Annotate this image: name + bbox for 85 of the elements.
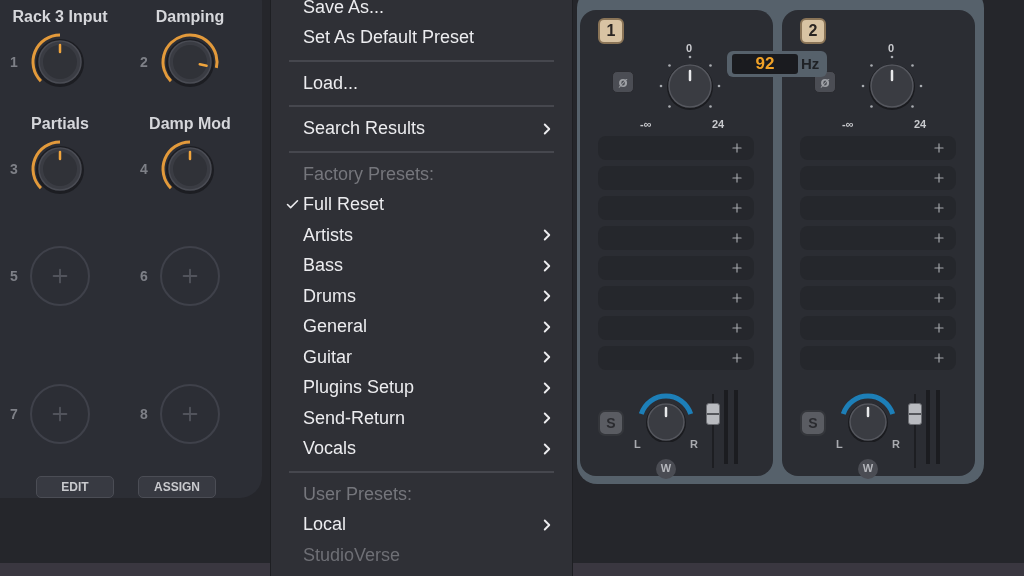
- menu-item[interactable]: Vocals: [271, 433, 572, 464]
- menu-item[interactable]: Artists: [271, 220, 572, 251]
- pan-label: L: [836, 437, 843, 452]
- insert-slot[interactable]: [598, 166, 754, 190]
- insert-slot[interactable]: [800, 346, 956, 370]
- plus-icon: [730, 321, 744, 335]
- channel-badge: 1: [598, 18, 624, 44]
- menu-item[interactable]: Load...: [271, 68, 572, 99]
- plus-icon: [932, 171, 946, 185]
- knob-number: 2: [140, 52, 149, 72]
- plus-icon: [730, 291, 744, 305]
- plus-icon: [730, 351, 744, 365]
- insert-slot[interactable]: [800, 166, 956, 190]
- knob-number: 4: [140, 159, 149, 179]
- pan-label: R: [892, 437, 900, 452]
- menu-item[interactable]: Guitar: [271, 342, 572, 373]
- insert-slot[interactable]: [800, 136, 956, 160]
- menu-item[interactable]: Local: [271, 509, 572, 540]
- menu-item[interactable]: Plugins Setup: [271, 372, 572, 403]
- macro-button[interactable]: ASSIGN: [138, 476, 216, 498]
- plus-icon: [730, 231, 744, 245]
- insert-slot[interactable]: [598, 346, 754, 370]
- menu-item[interactable]: Search Results: [271, 113, 572, 144]
- plus-icon: [932, 291, 946, 305]
- empty-macro-slot[interactable]: [160, 384, 220, 444]
- insert-slot[interactable]: [800, 256, 956, 280]
- fader-thumb[interactable]: [908, 403, 922, 426]
- insert-slot[interactable]: [598, 136, 754, 160]
- menu-item[interactable]: Save As...: [271, 0, 572, 23]
- plus-icon: [932, 321, 946, 335]
- plus-icon: [932, 351, 946, 365]
- menu-item[interactable]: Set As Default Preset: [271, 22, 572, 53]
- menu-section-header: Factory Presets:: [303, 162, 435, 186]
- menu-item[interactable]: Full Reset: [271, 189, 572, 220]
- gain-scale-label: 0: [888, 41, 895, 56]
- menu-section-header: User Presets:: [303, 482, 413, 506]
- menu-item[interactable]: Drums: [271, 281, 572, 312]
- frequency-unit: Hz: [801, 53, 820, 74]
- macro-button[interactable]: EDIT: [36, 476, 114, 498]
- knob-number: 1: [10, 52, 19, 72]
- knob-number: 6: [140, 266, 149, 286]
- knob-number: 3: [10, 159, 19, 179]
- fader-thumb[interactable]: [706, 403, 720, 426]
- plus-icon: [932, 231, 946, 245]
- knob-label: Damping: [155, 7, 225, 27]
- gain-scale-label: 24: [914, 117, 927, 132]
- insert-slot[interactable]: [800, 286, 956, 310]
- plus-icon: [932, 261, 946, 275]
- gain-scale-label: 0: [686, 41, 693, 56]
- knob-label: Damp Mod: [149, 114, 231, 134]
- insert-slot[interactable]: [800, 196, 956, 220]
- knob-number: 5: [10, 266, 19, 286]
- knob-number: 7: [10, 404, 19, 424]
- pan-label: R: [690, 437, 698, 452]
- plus-icon: [730, 141, 744, 155]
- frequency-value: 92: [732, 54, 798, 74]
- empty-macro-slot[interactable]: [30, 384, 90, 444]
- insert-slot[interactable]: [598, 256, 754, 280]
- knob-number: 8: [140, 404, 149, 424]
- insert-slot[interactable]: [598, 226, 754, 250]
- menu-item[interactable]: General: [271, 311, 572, 342]
- width-button[interactable]: W: [858, 458, 878, 479]
- menu-item[interactable]: Bass: [271, 250, 572, 281]
- menu-item[interactable]: Send-Return: [271, 403, 572, 434]
- insert-slot[interactable]: [800, 316, 956, 340]
- gain-scale-label: 24: [712, 117, 725, 132]
- plus-icon: [730, 261, 744, 275]
- frequency-display[interactable]: 92 Hz: [727, 51, 827, 77]
- width-button[interactable]: W: [656, 458, 676, 479]
- pan-label: L: [634, 437, 641, 452]
- plus-icon: [932, 201, 946, 215]
- empty-macro-slot[interactable]: [160, 246, 220, 306]
- gain-scale-label: -∞: [640, 117, 652, 132]
- knob-label: Partials: [31, 114, 89, 134]
- plus-icon: [730, 171, 744, 185]
- insert-slot[interactable]: [598, 316, 754, 340]
- plus-icon: [932, 141, 946, 155]
- plus-icon: [730, 201, 744, 215]
- insert-slot[interactable]: [800, 226, 956, 250]
- insert-slot[interactable]: [598, 196, 754, 220]
- gain-scale-label: -∞: [842, 117, 854, 132]
- knob-label: Rack 3 Input: [12, 7, 108, 27]
- empty-macro-slot[interactable]: [30, 246, 90, 306]
- insert-slot[interactable]: [598, 286, 754, 310]
- channel-badge: 2: [800, 18, 826, 44]
